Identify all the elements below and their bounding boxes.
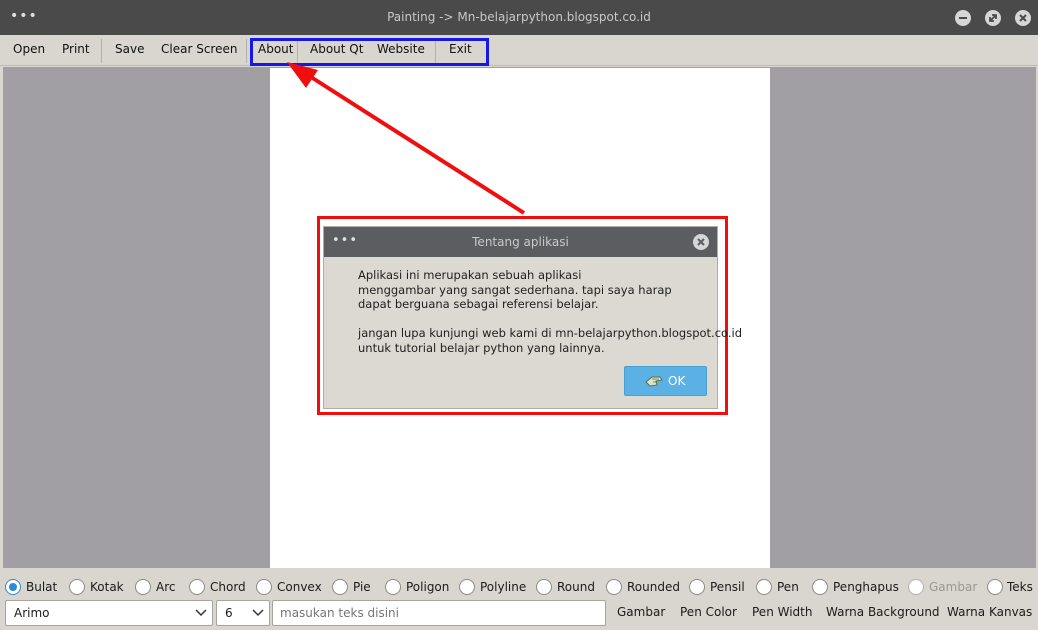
- radio-indicator: [812, 579, 828, 595]
- radio-indicator: [756, 579, 772, 595]
- radio-indicator: [536, 579, 552, 595]
- message-line: Aplikasi ini merupakan sebuah aplikasi: [358, 268, 582, 282]
- message-line: menggambar yang sangat sederhana. tapi s…: [358, 282, 672, 297]
- radio-label: Pie: [353, 580, 371, 594]
- font-size-select[interactable]: 6: [216, 600, 270, 626]
- radio-indicator: [385, 579, 401, 595]
- warna-background-button[interactable]: Warna Background: [826, 605, 940, 619]
- radio-label: Kotak: [90, 580, 124, 594]
- radio-label: Pensil: [710, 580, 745, 594]
- chevron-down-icon: [195, 609, 207, 617]
- radio-indicator: [135, 579, 151, 595]
- radio-label: Gambar: [929, 580, 978, 594]
- radio-indicator: [689, 579, 705, 595]
- radio-label: Bulat: [26, 580, 58, 594]
- message-line: untuk tutorial belajar python yang lainn…: [358, 340, 605, 355]
- ok-hand-icon: [645, 376, 663, 387]
- ok-button[interactable]: OK: [624, 366, 707, 396]
- chevron-down-icon: [252, 609, 264, 617]
- message-line: jangan lupa kunjungi web kami di mn-bela…: [358, 326, 742, 340]
- radio-indicator: [606, 579, 622, 595]
- pen-width-button[interactable]: Pen Width: [752, 605, 812, 619]
- message-line: [358, 312, 742, 327]
- radio-indicator: [5, 579, 21, 595]
- message-line: dapat berguana sebagai referensi belajar…: [358, 297, 599, 311]
- radio-indicator: [908, 579, 924, 595]
- dialog-title: Tentang aplikasi: [472, 235, 569, 249]
- dialog-message: Aplikasi ini merupakan sebuah aplikasi m…: [358, 268, 742, 355]
- radio-indicator: [987, 579, 1003, 595]
- radio-indicator: [69, 579, 85, 595]
- radio-indicator: [459, 579, 475, 595]
- about-dialog: ••• Tentang aplikasi Aplikasi ini merupa…: [323, 226, 742, 409]
- radio-indicator: [256, 579, 272, 595]
- font-value: Arimo: [14, 606, 50, 620]
- shape-radio-group: Bulat Kotak Arc Chord Convex Pie Poligon…: [0, 574, 1038, 600]
- font-size-value: 6: [225, 606, 233, 620]
- ok-label: OK: [668, 374, 686, 388]
- radio-label: Convex: [277, 580, 322, 594]
- gambar-button[interactable]: Gambar: [617, 605, 665, 619]
- radio-label: Chord: [210, 580, 246, 594]
- radio-label: Poligon: [406, 580, 450, 594]
- text-input[interactable]: [272, 600, 606, 626]
- font-select[interactable]: Arimo: [5, 600, 213, 626]
- radio-label: Polyline: [480, 580, 527, 594]
- dialog-title-bar: ••• Tentang aplikasi: [324, 227, 717, 257]
- warna-kanvas-button[interactable]: Warna Kanvas: [947, 605, 1032, 619]
- pen-color-button[interactable]: Pen Color: [680, 605, 737, 619]
- radio-label: Rounded: [627, 580, 680, 594]
- radio-indicator: [189, 579, 205, 595]
- radio-label: Arc: [156, 580, 176, 594]
- radio-label: Pen: [777, 580, 799, 594]
- close-icon: [697, 238, 705, 246]
- radio-indicator: [332, 579, 348, 595]
- dialog-close-button[interactable]: [693, 234, 709, 250]
- bottom-controls: Arimo 6 Gambar Pen Color Pen Width Warna…: [0, 600, 1038, 630]
- radio-label: Penghapus: [833, 580, 899, 594]
- radio-label: Round: [557, 580, 595, 594]
- radio-label: Teks: [1007, 580, 1033, 594]
